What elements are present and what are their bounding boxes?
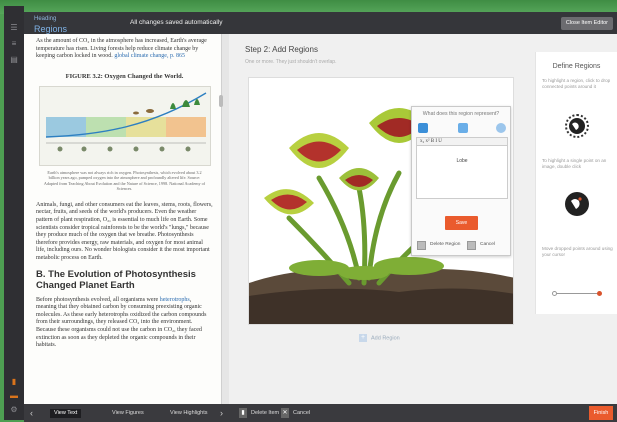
add-region-label: Add Region [371,335,400,342]
delete-region-icon[interactable] [417,241,426,250]
view-text-tab[interactable]: View Text [50,409,82,418]
climate-change-link[interactable]: global climate change, p. 865 [114,53,185,59]
timeline-graphic [45,92,206,152]
step-subtitle: One or more. They just shouldn't overlap… [245,59,337,65]
list-icon[interactable]: ≡ [10,40,18,48]
heterotrophs-link[interactable]: heterotrophs [160,297,190,303]
close-item-editor-button[interactable]: Close Item Editor [560,17,613,30]
cancel-icon[interactable] [467,241,476,250]
reading-panel: As the amount of CO₂ in the atmosphere h… [24,34,221,404]
view-figures-tab[interactable]: View Figures [108,409,148,418]
delete-item-button[interactable]: Delete Item [251,410,279,416]
point-start-icon [552,291,557,296]
image-canvas[interactable]: What does this region represent? x₂ x² B… [248,77,514,325]
highlight-icon[interactable]: ▮ [10,378,18,386]
next-arrow-icon[interactable]: › [220,408,223,418]
add-region-button[interactable]: + Add Region [359,334,400,342]
popup-actions: Delete Region Cancel [417,241,509,251]
region-editor: Step 2: Add Regions One or more. They ju… [229,34,617,404]
book-icon[interactable]: ▤ [10,56,18,64]
section-heading: B. The Evolution of Photosynthesis Chang… [36,268,196,291]
region-label-input[interactable]: Lobe [416,146,508,199]
autosave-status: All changes saved automatically [130,19,223,26]
cancel-button[interactable]: Cancel [480,242,495,247]
globe-point-icon [565,192,589,216]
finish-button[interactable]: Finish [589,406,613,420]
define-hint-region: To highlight a region, click to drop con… [542,78,611,89]
oxygen-timeline-figure[interactable] [38,85,211,166]
define-regions-panel: Define Regions To highlight a region, cl… [535,52,617,314]
define-hint-point: To highlight a single point on an image,… [542,158,607,169]
panel-divider[interactable] [221,34,229,404]
region-label-popup: What does this region represent? x₂ x² B… [411,106,511,256]
format-toolbar[interactable]: x₂ x² B I U [416,137,508,146]
reader-paragraph-2: Before photosynthesis evolved, all organ… [36,297,213,350]
define-regions-title: Define Regions [552,63,601,70]
move-points-illustration [552,291,602,296]
menu-icon[interactable]: ☰ [10,24,18,32]
trash-icon[interactable]: ▮ [239,408,247,418]
media-toolbar [416,123,508,135]
top-bar: Heading Regions All changes saved automa… [24,12,617,34]
breadcrumb[interactable]: Heading [34,16,56,22]
image-icon[interactable] [458,123,468,133]
section-title: Regions [34,24,68,34]
edit-text-icon[interactable] [418,123,428,133]
step-title: Step 2: Add Regions [245,45,318,54]
view-highlights-tab[interactable]: View Highlights [166,409,212,418]
audio-icon[interactable] [496,123,506,133]
notes-icon[interactable]: ▬ [10,392,18,400]
popup-question: What does this region represent? [422,111,500,117]
save-button[interactable]: Save [445,216,478,230]
para2-text-b: , meaning that they obtained carbon by c… [36,296,207,349]
point-end-icon [597,291,602,296]
para2-text-a: Before photosynthesis evolved, all organ… [36,296,160,303]
plus-icon: + [359,334,367,342]
figure-caption: Earth's atmosphere was not always rich i… [43,169,206,192]
reader-intro: As the amount of CO₂ in the atmosphere h… [36,38,213,61]
globe-region-icon [565,114,589,138]
close-icon[interactable]: ✕ [281,408,289,418]
define-hint-move: Move dropped points around using your cu… [542,246,613,257]
editor-footer: ▮ Delete Item ✕ Cancel Finish [229,404,617,422]
prev-arrow-icon[interactable]: ‹ [30,408,33,418]
delete-region-button[interactable]: Delete Region [430,242,460,247]
footer-cancel-button[interactable]: Cancel [293,410,310,416]
figure-title: FIGURE 3.2: Oxygen Changed the World. [65,72,184,80]
reader-paragraph: Animals, fungi, and other consumers eat … [36,201,213,261]
app-icon-rail: ☰ ≡ ▤ ▮ ▬ ⚙ [4,6,24,420]
settings-icon[interactable]: ⚙ [10,406,18,414]
reader-scrollbar[interactable] [219,95,223,107]
reader-footer: ‹ View Text View Figures View Highlights… [24,404,229,422]
